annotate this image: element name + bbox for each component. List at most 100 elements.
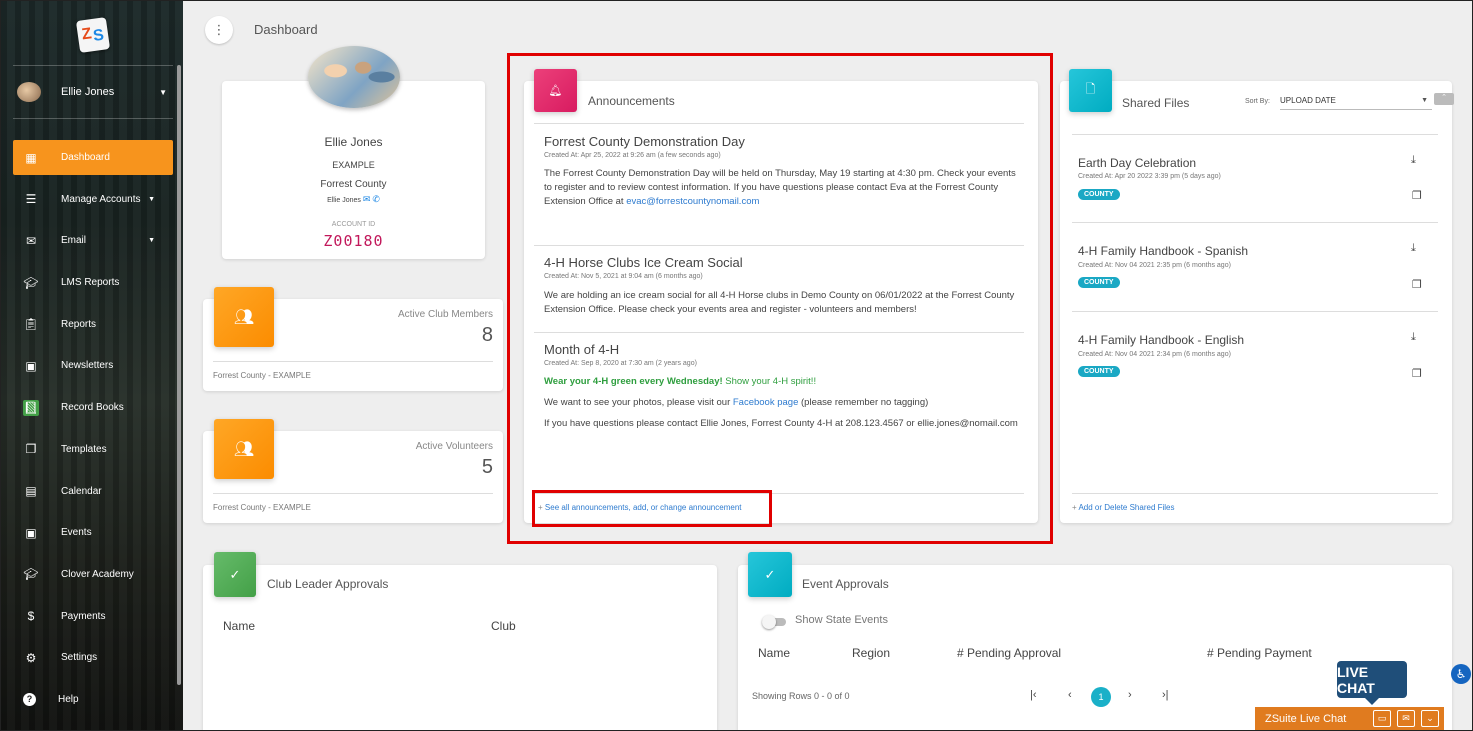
toggle-label: Show State Events: [795, 614, 888, 626]
download-icon[interactable]: ⤓: [1411, 154, 1416, 167]
sort-direction-button[interactable]: ⌃: [1434, 93, 1454, 105]
sort-label: Sort By:: [1245, 98, 1270, 105]
more-vert-icon: ⋮: [212, 22, 226, 37]
chevron-down-icon[interactable]: ⌄: [1421, 710, 1439, 727]
plus-icon: +: [1072, 503, 1077, 512]
phone-icon[interactable]: ✆: [372, 194, 380, 204]
sidebar-item-help[interactable]: ? Help: [13, 682, 173, 717]
sidebar-item-label: Reports: [61, 318, 97, 330]
stat-footer: Forrest County - EXAMPLE: [213, 371, 311, 380]
highlight-box: [532, 490, 772, 527]
volunteers-badge: 👥︎: [214, 419, 274, 479]
sidebar-item-reports[interactable]: 📋︎ Reports: [13, 307, 173, 342]
newsletter-icon: ▣: [25, 358, 37, 373]
sidebar-item-settings[interactable]: ⚙ Settings: [13, 640, 173, 675]
caret-down-icon: ▼: [159, 87, 167, 97]
stat-label: Active Club Members: [397, 309, 493, 320]
calendar-icon: ▤: [25, 484, 37, 498]
sidebar-item-label: Calendar: [61, 485, 102, 497]
profile-county: Forrest County: [320, 179, 387, 190]
main-content: ⋮ Dashboard Ellie Jones EXAMPLE Forrest …: [183, 1, 1472, 730]
file-title[interactable]: 4-H Family Handbook - English: [1078, 333, 1244, 347]
club-leader-approvals-card: Club Leader Approvals Name Club: [203, 565, 717, 730]
prev-page-icon[interactable]: ‹: [1068, 689, 1072, 701]
sidebar-item-label: Dashboard: [61, 152, 110, 163]
link-label: Add or Delete Shared Files: [1078, 503, 1175, 512]
account-id: Z00180: [323, 232, 384, 250]
mail-icon[interactable]: ✉: [363, 194, 371, 204]
user-name: Ellie Jones: [61, 86, 115, 98]
more-menu-button[interactable]: ⋮: [205, 16, 233, 44]
copy-icon[interactable]: ❐: [1412, 367, 1422, 380]
dollar-icon: $: [27, 609, 35, 624]
live-chat-badge[interactable]: LIVE CHAT: [1337, 661, 1407, 705]
sort-select[interactable]: UPLOAD DATE ▼: [1280, 93, 1432, 110]
sidebar-item-dashboard[interactable]: ▦ Dashboard: [13, 140, 173, 175]
add-delete-files-link[interactable]: + Add or Delete Shared Files: [1072, 503, 1175, 512]
zsuite-logo[interactable]: ZS: [75, 17, 111, 53]
column-header-pending-approval[interactable]: # Pending Approval: [957, 646, 1061, 660]
check-circle-icon: ✓: [229, 566, 241, 582]
accessibility-icon[interactable]: ♿︎: [1451, 664, 1471, 684]
sidebar-item-lms-reports[interactable]: 🎓︎ LMS Reports: [13, 265, 173, 300]
column-header-name[interactable]: Name: [758, 646, 790, 660]
divider: [1072, 311, 1438, 312]
file-title[interactable]: 4-H Family Handbook - Spanish: [1078, 244, 1248, 258]
event-approvals-card: Event Approvals Show State Events Name R…: [738, 565, 1452, 730]
dashboard-icon: ▦: [25, 150, 37, 165]
chat-icon[interactable]: ▭: [1373, 710, 1391, 727]
user-menu[interactable]: Ellie Jones ▼: [17, 81, 167, 103]
gear-icon: ⚙: [25, 650, 37, 665]
show-state-events-toggle[interactable]: [762, 615, 786, 629]
copy-icon[interactable]: ❐: [1412, 189, 1422, 202]
sidebar-item-payments[interactable]: $ Payments: [13, 599, 173, 634]
sidebar-item-record-books[interactable]: 📗︎ Record Books: [13, 390, 173, 425]
profile-name: Ellie Jones: [324, 135, 383, 149]
first-page-icon[interactable]: |‹: [1030, 689, 1037, 701]
sidebar-item-clover-academy[interactable]: 🎓︎ Clover Academy: [13, 557, 173, 592]
download-icon[interactable]: ⤓: [1411, 331, 1416, 344]
sidebar-item-templates[interactable]: ❐ Templates: [13, 432, 173, 467]
sidebar-scrollbar[interactable]: [177, 65, 181, 685]
help-icon: ?: [23, 692, 36, 706]
account-id-label: ACCOUNT ID: [331, 221, 376, 228]
download-icon[interactable]: ⤓: [1411, 242, 1416, 255]
sort-value: UPLOAD DATE: [1280, 96, 1336, 105]
divider: [213, 361, 493, 362]
page-button[interactable]: 1: [1091, 687, 1111, 707]
live-chat-bar[interactable]: ZSuite Live Chat ▭ ✉ ⌄: [1255, 707, 1444, 730]
sidebar-nav: ▦ Dashboard ☰ Manage Accounts ▼ ✉ Email …: [13, 140, 173, 724]
copy-icon[interactable]: ❐: [1412, 278, 1422, 291]
sidebar-item-label: Settings: [61, 652, 98, 664]
record-books-icon: 📗︎: [23, 399, 39, 416]
file-meta: Created At: Nov 04 2021 2:34 pm (6 month…: [1078, 351, 1231, 358]
stat-value: 5: [481, 456, 493, 478]
column-header-name[interactable]: Name: [223, 619, 255, 633]
sidebar-item-manage-accounts[interactable]: ☰ Manage Accounts ▼: [13, 182, 173, 217]
graduation-cap-icon: 🎓︎: [23, 567, 39, 582]
sidebar-item-calendar[interactable]: ▤ Calendar: [13, 474, 173, 509]
caret-down-icon: ▼: [148, 195, 155, 203]
last-page-icon[interactable]: ›|: [1162, 689, 1169, 701]
file-title[interactable]: Earth Day Celebration: [1078, 156, 1196, 170]
sidebar-item-events[interactable]: ▣ Events: [13, 515, 173, 550]
sidebar-item-label: Manage Accounts: [61, 193, 141, 205]
sidebar-item-newsletters[interactable]: ▣ Newsletters: [13, 348, 173, 383]
card-title: Shared Files: [1122, 96, 1190, 110]
mail-icon[interactable]: ✉: [1397, 710, 1415, 727]
column-header-pending-payment[interactable]: # Pending Payment: [1207, 646, 1312, 660]
members-badge: 👥︎: [214, 287, 274, 347]
caret-down-icon: ▼: [148, 237, 155, 245]
list-icon: ☰: [25, 192, 37, 207]
people-icon: 👥︎: [233, 441, 255, 458]
stat-label: Active Volunteers: [415, 441, 493, 452]
next-page-icon[interactable]: ›: [1128, 689, 1132, 701]
column-header-region[interactable]: Region: [852, 646, 890, 660]
column-header-club[interactable]: Club: [491, 619, 516, 633]
sidebar-item-label: Newsletters: [61, 360, 114, 372]
sidebar-item-email[interactable]: ✉ Email ▼: [13, 223, 173, 258]
avatar: [17, 82, 41, 102]
file-meta: Created At: Nov 04 2021 2:35 pm (6 month…: [1078, 262, 1231, 269]
sidebar-item-label: Templates: [61, 443, 107, 455]
mail-icon: ✉: [25, 233, 37, 248]
